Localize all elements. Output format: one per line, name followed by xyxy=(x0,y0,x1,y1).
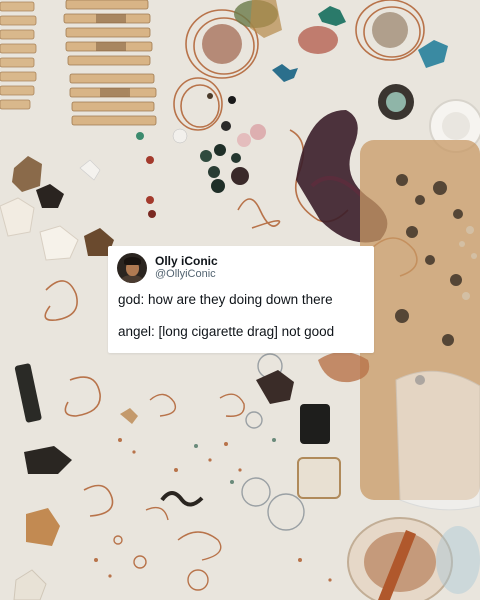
avatar[interactable] xyxy=(117,253,147,283)
social-post-card[interactable]: Olly iConic @OllyiConic god: how are the… xyxy=(108,246,374,353)
post-text-line-2: angel: [long cigarette drag] not good xyxy=(118,324,335,339)
user-handle[interactable]: @OllyiConic xyxy=(155,268,216,281)
display-name[interactable]: Olly iConic xyxy=(155,254,218,268)
avatar-body xyxy=(120,275,144,283)
avatar-hair xyxy=(124,257,141,265)
post-text-line-1: god: how are they doing down there xyxy=(118,292,333,307)
dark-box xyxy=(300,404,330,444)
